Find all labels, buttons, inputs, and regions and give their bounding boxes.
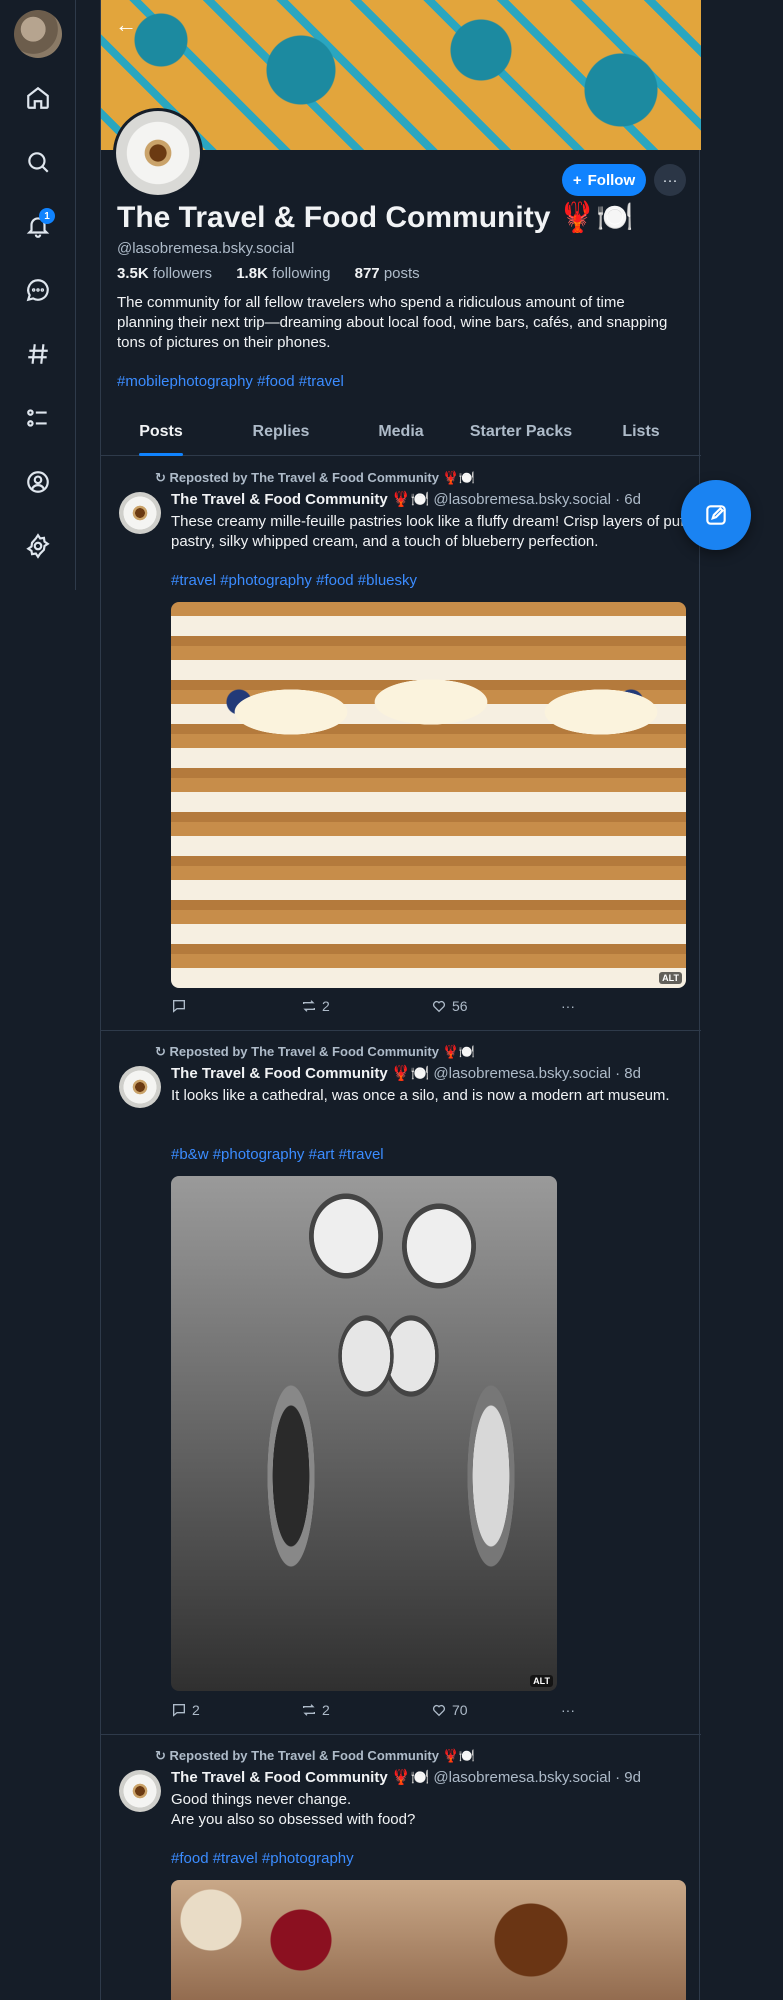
post-hashtags[interactable]: #travel #photography #food #bluesky [171, 572, 417, 589]
repost-indicator: ↻ Reposted by The Travel & Food Communit… [155, 1044, 475, 1059]
reply-icon [173, 1704, 185, 1717]
feed-post[interactable]: ↻ Reposted by The Travel & Food Communit… [101, 1734, 701, 2000]
post-header: The Travel & Food Community 🦞🍽️ @lasobre… [171, 490, 641, 508]
repost-button[interactable]: 2 [301, 998, 330, 1014]
profile-stats: 3.5K followers 1.8K following 877 posts [117, 265, 440, 282]
post-hashtags[interactable]: #b&w #photography #art #travel [171, 1146, 384, 1163]
post-text: Good things never change. Are you also s… [171, 1791, 416, 1828]
reply-button[interactable] [171, 998, 192, 1014]
post-author-avatar[interactable] [119, 1770, 161, 1812]
post-header: The Travel & Food Community 🦞🍽️ @lasobre… [171, 1064, 641, 1082]
profile-bio-hashtags[interactable]: #mobilephotography #food #travel [117, 373, 344, 390]
feed-post[interactable]: ↻ Reposted by The Travel & Food Communit… [101, 1030, 701, 1734]
followers-stat[interactable]: 3.5K followers [117, 265, 222, 282]
profile-avatar[interactable] [113, 108, 203, 198]
compose-pencil-icon [706, 505, 726, 525]
notifications-bell-icon[interactable]: 1 [22, 208, 55, 242]
post-handle-time: @lasobremesa.bsky.social · 9d [433, 1769, 641, 1786]
search-icon[interactable] [22, 146, 54, 178]
post-hashtags[interactable]: #food #travel #photography [171, 1850, 354, 1867]
post-author-avatar[interactable] [119, 1066, 161, 1108]
post-more-button[interactable]: ··· [561, 1702, 575, 1718]
lists-icon[interactable] [22, 402, 54, 434]
like-button[interactable]: 70 [431, 1702, 468, 1718]
profile-main-column: ← + Follow ··· The Travel & Food Communi… [100, 0, 701, 2000]
plus-icon: + [572, 171, 582, 189]
post-more-button[interactable]: ··· [561, 998, 575, 1014]
more-options-button[interactable]: ··· [654, 164, 686, 196]
post-text: These creamy mille-feuille pastries look… [171, 513, 689, 550]
tab-replies[interactable]: Replies [221, 408, 341, 455]
tab-posts[interactable]: Posts [101, 408, 221, 455]
reply-button[interactable]: 2 [171, 1702, 200, 1718]
like-button[interactable]: 56 [431, 998, 468, 1014]
tab-media[interactable]: Media [341, 408, 461, 455]
post-author-avatar[interactable] [119, 492, 161, 534]
post-author-name[interactable]: The Travel & Food Community 🦞🍽️ [171, 1065, 429, 1082]
following-stat[interactable]: 1.8K following [236, 265, 340, 282]
home-icon[interactable] [22, 82, 54, 114]
settings-gear-icon[interactable] [22, 530, 54, 562]
post-image-desserts[interactable] [171, 1880, 686, 2000]
notification-badge: 1 [39, 208, 55, 224]
follow-button[interactable]: + Follow [562, 164, 646, 196]
back-arrow-icon[interactable]: ← [111, 10, 141, 40]
repost-button[interactable]: 2 [301, 1702, 330, 1718]
follow-label: Follow [587, 171, 636, 189]
alt-text-badge[interactable]: ALT [530, 1675, 553, 1687]
post-actions: 2 2 70 ··· [171, 1702, 591, 1722]
repost-indicator: ↻ Reposted by The Travel & Food Communit… [155, 470, 475, 485]
post-author-name[interactable]: The Travel & Food Community 🦞🍽️ [171, 1769, 429, 1786]
left-sidebar: 1 [0, 0, 76, 590]
chat-icon[interactable] [22, 274, 54, 306]
post-handle-time: @lasobremesa.bsky.social · 6d [433, 491, 641, 508]
repost-icon [303, 1000, 315, 1012]
profile-bio: The community for all fellow travelers w… [117, 294, 668, 351]
profile-handle: @lasobremesa.bsky.social [117, 240, 295, 257]
tab-starter-packs[interactable]: Starter Packs [461, 408, 581, 455]
profile-tabs: Posts Replies Media Starter Packs Lists [101, 408, 701, 456]
repost-icon [303, 1704, 315, 1716]
reply-icon [173, 1000, 185, 1013]
post-handle-time: @lasobremesa.bsky.social · 8d [433, 1065, 641, 1082]
feeds-hashtag-icon[interactable] [22, 338, 54, 370]
post-header: The Travel & Food Community 🦞🍽️ @lasobre… [171, 1768, 641, 1786]
compose-post-button[interactable] [681, 480, 751, 550]
post-text: It looks like a cathedral, was once a si… [171, 1087, 670, 1104]
post-image-pastries[interactable]: ALT [171, 602, 686, 988]
profile-icon[interactable] [22, 466, 54, 498]
posts-stat: 877 posts [354, 265, 420, 282]
heart-icon [432, 1704, 446, 1717]
user-avatar[interactable] [14, 10, 62, 58]
post-image-museum[interactable]: ALT [171, 1176, 557, 1691]
repost-indicator: ↻ Reposted by The Travel & Food Communit… [155, 1748, 475, 1763]
post-author-name[interactable]: The Travel & Food Community 🦞🍽️ [171, 491, 429, 508]
profile-display-name: The Travel & Food Community 🦞🍽️ [117, 201, 634, 234]
feed-post[interactable]: ↻ Reposted by The Travel & Food Communit… [101, 456, 701, 1030]
post-actions: 2 56 ··· [171, 998, 591, 1018]
heart-icon [432, 1000, 446, 1013]
tab-lists[interactable]: Lists [581, 408, 701, 455]
alt-text-badge[interactable]: ALT [659, 972, 682, 984]
